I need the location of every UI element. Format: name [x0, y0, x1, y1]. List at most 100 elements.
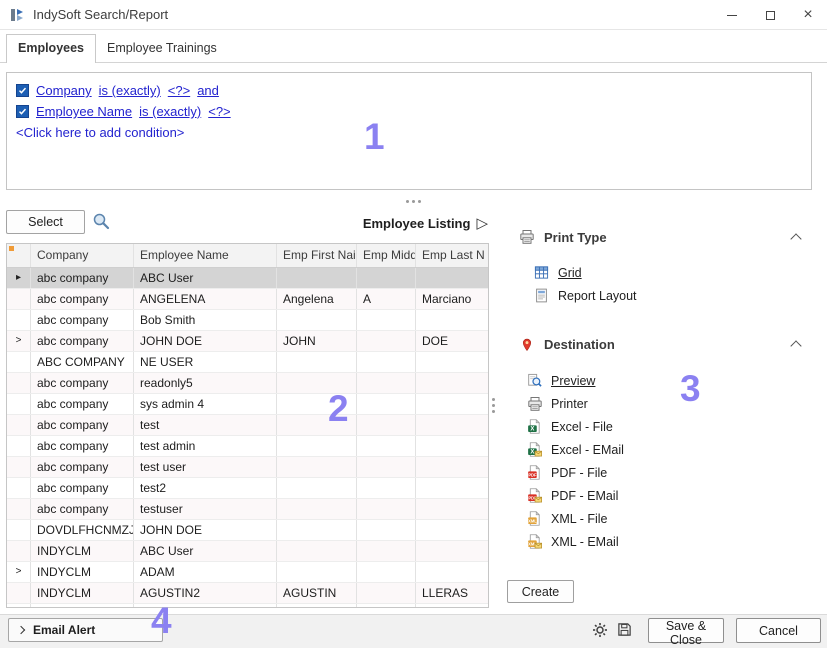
- condition-value[interactable]: <?>: [208, 104, 230, 119]
- table-row[interactable]: abc companysys admin 4: [7, 394, 488, 415]
- grid-cell[interactable]: AGUSTIN: [277, 583, 357, 603]
- grid-cell[interactable]: [277, 499, 357, 519]
- vertical-splitter-grip[interactable]: [490, 398, 496, 413]
- condition-operator[interactable]: is (exactly): [99, 83, 161, 98]
- destination-option-xml-email[interactable]: XMLXML - EMail: [526, 530, 624, 553]
- grid-cell[interactable]: ABC User: [134, 541, 277, 561]
- print-type-option-report-layout[interactable]: Report Layout: [533, 284, 637, 307]
- grid-cell[interactable]: [416, 268, 489, 288]
- checkbox-checked-icon[interactable]: [16, 105, 29, 118]
- grid-cell[interactable]: [357, 457, 416, 477]
- grid-cell[interactable]: [357, 394, 416, 414]
- table-row[interactable]: >abc companyJOHN DOEJOHNDOE: [7, 331, 488, 352]
- collapse-chevron-icon[interactable]: [790, 233, 801, 244]
- grid-cell[interactable]: Angelena: [277, 289, 357, 309]
- table-row[interactable]: abc companyBob Smith: [7, 310, 488, 331]
- grid-cell[interactable]: abc company: [31, 499, 134, 519]
- grid-cell[interactable]: DOE: [416, 331, 489, 351]
- tab-employee-trainings[interactable]: Employee Trainings: [96, 35, 228, 62]
- grid-cell[interactable]: abc company: [31, 457, 134, 477]
- grid-cell[interactable]: ADAM: [134, 562, 277, 582]
- grid-cell[interactable]: [357, 499, 416, 519]
- grid-cell[interactable]: JOHN: [277, 331, 357, 351]
- grid-cell[interactable]: Marciano: [416, 289, 489, 309]
- grid-cell[interactable]: [357, 415, 416, 435]
- grid-cell[interactable]: abc company: [31, 415, 134, 435]
- grid-cell[interactable]: [416, 541, 489, 561]
- grid-cell[interactable]: [357, 352, 416, 372]
- grid-cell[interactable]: JOHN DOE: [134, 520, 277, 540]
- grid-cell[interactable]: abc company: [31, 310, 134, 330]
- grid-cell[interactable]: test: [134, 415, 277, 435]
- condition-field[interactable]: Company: [36, 83, 92, 98]
- destination-header[interactable]: Destination: [518, 337, 806, 352]
- print-type-header[interactable]: Print Type: [518, 229, 806, 245]
- grid-cell[interactable]: [357, 268, 416, 288]
- grid-cell[interactable]: abc company: [31, 331, 134, 351]
- grid-cell[interactable]: testuser: [134, 499, 277, 519]
- table-row[interactable]: ▸abc companyABC User: [7, 268, 488, 289]
- grid-cell[interactable]: [357, 436, 416, 456]
- grid-cell[interactable]: ANGELENA: [134, 289, 277, 309]
- table-row[interactable]: abc companytest admin: [7, 436, 488, 457]
- grid-cell[interactable]: [416, 562, 489, 582]
- grid-cell[interactable]: [357, 373, 416, 393]
- save-and-close-button[interactable]: Save & Close: [648, 618, 724, 643]
- expand-row-icon[interactable]: >: [7, 562, 31, 582]
- grid-cell[interactable]: test user: [134, 457, 277, 477]
- grid-cell[interactable]: NE USER: [134, 352, 277, 372]
- grid-cell[interactable]: abc company: [31, 373, 134, 393]
- add-condition-link[interactable]: <Click here to add condition>: [16, 125, 802, 140]
- grid-cell[interactable]: ABC User: [134, 268, 277, 288]
- destination-option-printer[interactable]: Printer: [526, 392, 624, 415]
- grid-cell[interactable]: [357, 583, 416, 603]
- grid-cell[interactable]: test2: [134, 478, 277, 498]
- grid-cell[interactable]: [416, 436, 489, 456]
- table-row[interactable]: abc companytestuser: [7, 499, 488, 520]
- column-header-emp-midd[interactable]: Emp Midd: [357, 244, 416, 267]
- grid-cell[interactable]: test admin: [134, 436, 277, 456]
- grid-cell[interactable]: [416, 478, 489, 498]
- cancel-button[interactable]: Cancel: [736, 618, 821, 643]
- search-icon[interactable]: [92, 212, 110, 235]
- grid-cell[interactable]: DOVDLFHCNMZJBI: [31, 520, 134, 540]
- maximize-button[interactable]: [751, 0, 789, 30]
- gear-icon[interactable]: [592, 622, 608, 643]
- grid-cell[interactable]: [277, 562, 357, 582]
- condition-field[interactable]: Employee Name: [36, 104, 132, 119]
- table-row[interactable]: >INDYCLMADAM: [7, 562, 488, 583]
- grid-cell[interactable]: readonly5: [134, 373, 277, 393]
- grid-cell[interactable]: [277, 457, 357, 477]
- grid-cell[interactable]: [357, 541, 416, 561]
- save-icon[interactable]: [617, 622, 632, 642]
- grid-cell[interactable]: [416, 310, 489, 330]
- table-row[interactable]: INDYCLMABC User: [7, 541, 488, 562]
- table-row[interactable]: abc companyANGELENAAngelenaAMarciano: [7, 289, 488, 310]
- grid-cell[interactable]: [357, 310, 416, 330]
- grid-cell[interactable]: [277, 268, 357, 288]
- tab-employees[interactable]: Employees: [6, 34, 96, 63]
- grid-cell[interactable]: [416, 352, 489, 372]
- table-row[interactable]: abc companyreadonly5: [7, 373, 488, 394]
- select-button[interactable]: Select: [6, 210, 85, 234]
- minimize-button[interactable]: [713, 0, 751, 30]
- grid-cell[interactable]: [357, 562, 416, 582]
- grid-cell[interactable]: abc company: [31, 436, 134, 456]
- column-header-employee-name[interactable]: Employee Name: [134, 244, 277, 267]
- grid-cell[interactable]: Bob Smith: [134, 310, 277, 330]
- grid-cell[interactable]: [416, 415, 489, 435]
- table-row[interactable]: ABC COMPANYNE USER: [7, 352, 488, 373]
- destination-option-preview[interactable]: Preview: [526, 369, 624, 392]
- table-row[interactable]: abc companytest user: [7, 457, 488, 478]
- table-row[interactable]: abc companytest: [7, 415, 488, 436]
- grid-cell[interactable]: INDYCLM: [31, 562, 134, 582]
- email-alert-expander[interactable]: Email Alert: [8, 618, 163, 642]
- grid-cell[interactable]: [416, 394, 489, 414]
- grid-cell[interactable]: sys admin 4: [134, 394, 277, 414]
- create-button[interactable]: Create: [507, 580, 574, 603]
- horizontal-splitter-grip[interactable]: [0, 197, 827, 205]
- condition-value[interactable]: <?>: [168, 83, 190, 98]
- grid-cell[interactable]: INDYCLM: [31, 583, 134, 603]
- grid-cell[interactable]: JOHN DOE: [134, 331, 277, 351]
- table-row[interactable]: abc companytest2: [7, 478, 488, 499]
